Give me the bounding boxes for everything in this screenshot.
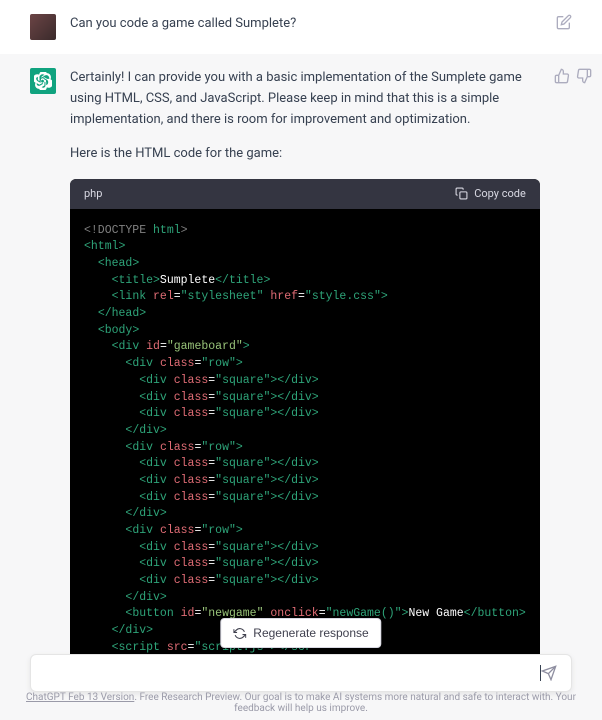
assistant-p2: Here is the HTML code for the game:	[70, 144, 540, 165]
assistant-content: Certainly! I can provide you with a basi…	[70, 68, 540, 670]
chat-input[interactable]	[45, 665, 540, 681]
user-actions	[556, 14, 572, 40]
code-href: style.css	[312, 290, 374, 303]
regen-label: Regenerate response	[253, 626, 368, 640]
code-gameboard: gameboard	[174, 340, 236, 353]
clipboard-icon	[455, 187, 468, 200]
send-icon[interactable]	[541, 665, 557, 681]
copy-code-button[interactable]: Copy code	[455, 185, 526, 203]
assistant-p1: Certainly! I can provide you with a basi…	[70, 68, 540, 130]
code-body: <!DOCTYPE html> <html> <head> <title>Sum…	[70, 209, 540, 670]
thumbs-down-icon[interactable]	[576, 68, 592, 84]
user-content: Can you code a game called Sumplete?	[70, 14, 542, 40]
code-block: php Copy code <!DOCTYPE html> <html> <he…	[70, 179, 540, 670]
assistant-avatar	[30, 68, 56, 94]
thumbs-up-icon[interactable]	[554, 68, 570, 84]
user-text: Can you code a game called Sumplete?	[70, 16, 296, 31]
input-bar	[30, 654, 572, 692]
footer: ChatGPT Feb 13 Version. Free Research Pr…	[0, 692, 602, 714]
edit-icon[interactable]	[556, 14, 572, 30]
user-avatar	[30, 14, 56, 40]
refresh-icon	[233, 627, 246, 640]
code-header: php Copy code	[70, 179, 540, 209]
assistant-actions	[554, 68, 592, 670]
code-lang: php	[84, 185, 102, 203]
assistant-message: Certainly! I can provide you with a basi…	[0, 54, 602, 684]
copy-label: Copy code	[474, 185, 526, 203]
footer-version[interactable]: ChatGPT Feb 13 Version	[26, 692, 134, 703]
regenerate-button[interactable]: Regenerate response	[220, 618, 381, 648]
user-message: Can you code a game called Sumplete?	[0, 0, 602, 54]
footer-rest: . Free Research Preview. Our goal is to …	[134, 692, 576, 714]
code-title: Sumplete	[160, 274, 215, 287]
